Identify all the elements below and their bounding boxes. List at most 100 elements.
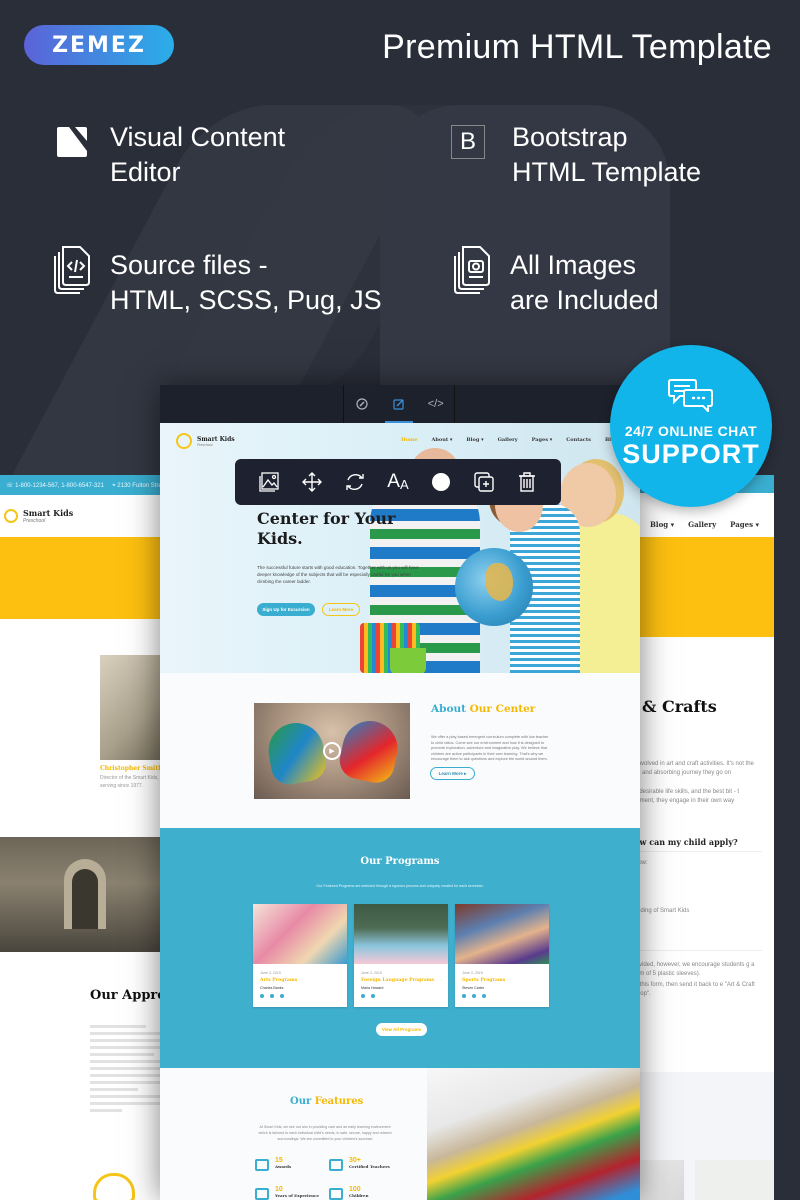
compass-icon bbox=[356, 398, 368, 410]
about-section: ▶ About Our Center We offer a play-based… bbox=[160, 673, 640, 828]
image-icon[interactable] bbox=[254, 467, 284, 497]
briefcase-icon bbox=[329, 1159, 343, 1171]
bootstrap-icon: B bbox=[446, 120, 490, 164]
visual-editor-icon bbox=[50, 120, 94, 164]
feature-text: Bootstrap bbox=[512, 122, 628, 152]
nav-item[interactable]: Blog ▾ bbox=[650, 520, 674, 529]
features-section: Our Features At Smart Kids, we see our a… bbox=[160, 1068, 640, 1200]
replace-icon[interactable] bbox=[340, 467, 370, 497]
body-text: are provided, however, we encourage stud… bbox=[620, 962, 755, 977]
programs-subtitle: Our Featured Programs are selected throu… bbox=[316, 884, 484, 888]
feature-visual-editor: Visual Content Editor bbox=[50, 120, 285, 190]
brain-logo-icon bbox=[4, 509, 18, 523]
site-nav: Home About ▾ Blog ▾ Gallery Pages ▾ Cont… bbox=[401, 437, 628, 443]
brain-logo-icon bbox=[93, 1173, 135, 1200]
nav-home[interactable]: Home bbox=[401, 437, 418, 443]
about-learn-more-button[interactable]: Learn More ▸ bbox=[430, 767, 475, 780]
feature-images: All Images are Included bbox=[450, 246, 659, 318]
gallery-thumbnail bbox=[695, 1160, 774, 1200]
nav-item[interactable]: Gallery bbox=[688, 520, 716, 529]
font-size-icon[interactable]: AA bbox=[383, 467, 413, 497]
preview-mode-tab[interactable] bbox=[344, 385, 381, 423]
approach-text bbox=[90, 1025, 170, 1116]
move-icon[interactable] bbox=[297, 467, 327, 497]
edit-mode-tab[interactable] bbox=[381, 385, 418, 423]
edit-icon bbox=[393, 399, 404, 410]
images-icon bbox=[450, 246, 494, 294]
right-preview-page: Blog ▾ Gallery Pages ▾ ts & Crafts being… bbox=[620, 475, 774, 1200]
left-preview-page: ☏ 1-800-1234-567, 1-800-6547-321 ⌖ 2130 … bbox=[0, 475, 170, 1200]
building-icon bbox=[255, 1188, 269, 1200]
element-toolbar: AA bbox=[235, 459, 561, 505]
body-text: being involved in art and craft activiti… bbox=[620, 761, 754, 776]
stat-children: 100 Children bbox=[329, 1186, 369, 1200]
nav-contacts[interactable]: Contacts bbox=[566, 437, 591, 443]
support-subtitle: 24/7 ONLINE CHAT bbox=[624, 423, 758, 439]
globe bbox=[455, 548, 533, 626]
feature-text: Visual Content bbox=[110, 122, 286, 152]
play-icon[interactable]: ▶ bbox=[323, 742, 341, 760]
zemez-logo[interactable]: ZEMEZ bbox=[24, 25, 174, 65]
stat-years: 10 Years of Experience bbox=[255, 1186, 319, 1200]
approach-heading: Our Approach bbox=[90, 988, 170, 1003]
code-mode-tab[interactable]: </> bbox=[417, 385, 454, 423]
learn-more-button[interactable]: Learn More bbox=[322, 603, 360, 616]
contact-topbar: ☏ 1-800-1234-567, 1-800-6547-321 ⌖ 2130 … bbox=[0, 475, 170, 495]
main-preview: </> Smart Kids Preschool Home About ▾ Blo… bbox=[160, 385, 640, 1200]
program-card[interactable]: June 3, 2019 Arts Programs Charles Banks bbox=[253, 904, 347, 1007]
yellow-banner bbox=[620, 537, 774, 637]
people-icon bbox=[329, 1188, 343, 1200]
site-brand[interactable]: Smart Kids Preschool bbox=[176, 433, 235, 449]
nav-gallery[interactable]: Gallery bbox=[498, 437, 518, 443]
programs-title: Our Programs bbox=[360, 856, 440, 867]
program-meta-icons bbox=[462, 994, 549, 998]
about-title: About Our Center bbox=[431, 703, 536, 715]
about-text: We offer a play-based emergent curriculu… bbox=[431, 735, 549, 761]
feature-source-files: Source files - HTML, SCSS, Pug, JS bbox=[50, 246, 382, 318]
page-title: Premium HTML Template bbox=[382, 28, 772, 66]
program-meta-icons bbox=[260, 994, 347, 998]
chat-icon bbox=[668, 378, 714, 417]
graduation-cap-icon bbox=[255, 1159, 269, 1171]
yellow-banner bbox=[0, 537, 170, 619]
feature-text: Editor bbox=[110, 157, 181, 187]
building-photo bbox=[0, 837, 170, 952]
body-text: ta - Building of Smart Kids bbox=[620, 908, 690, 914]
program-image bbox=[354, 904, 448, 964]
support-title: SUPPORT bbox=[622, 439, 760, 469]
program-card[interactable]: June 3, 2019 Sports Programs Steven Cart… bbox=[455, 904, 549, 1007]
body-text: ial and desirable life skills, and the b… bbox=[620, 789, 740, 804]
brain-logo-icon bbox=[176, 433, 192, 449]
nav-about[interactable]: About ▾ bbox=[432, 437, 453, 443]
stat-teachers: 30+ Certified Teachers bbox=[329, 1157, 390, 1171]
person-name: Christopher Smith bbox=[100, 765, 163, 772]
features-title: Our Features bbox=[290, 1096, 364, 1107]
nav-item[interactable]: Pages ▾ bbox=[730, 520, 759, 529]
color-icon[interactable] bbox=[426, 467, 456, 497]
feature-text: HTML, SCSS, Pug, JS bbox=[110, 285, 382, 315]
source-files-icon bbox=[50, 246, 94, 294]
delete-icon[interactable] bbox=[512, 467, 542, 497]
body-text: mplete this form, then send it back to e… bbox=[620, 982, 755, 997]
feature-text: All Images bbox=[510, 250, 637, 280]
program-card[interactable]: June 3, 2019 Foreign Language Programs M… bbox=[354, 904, 448, 1007]
duplicate-icon[interactable] bbox=[469, 467, 499, 497]
signup-button[interactable]: Sign Up for Excursion bbox=[257, 603, 315, 616]
nav-pages[interactable]: Pages ▾ bbox=[532, 437, 553, 443]
feature-bootstrap: B Bootstrap HTML Template bbox=[446, 120, 701, 190]
code-icon: </> bbox=[427, 398, 444, 410]
programs-section: Our Programs Our Featured Programs are s… bbox=[160, 828, 640, 1068]
program-meta-icons bbox=[361, 994, 448, 998]
features-image bbox=[427, 1068, 640, 1200]
feature-text: Source files - bbox=[110, 250, 268, 280]
hero-text: The successful future starts with good e… bbox=[257, 565, 419, 584]
about-video[interactable]: ▶ bbox=[254, 703, 410, 799]
online-chat-support-badge[interactable]: 24/7 ONLINE CHAT SUPPORT bbox=[610, 345, 772, 507]
feature-text: are Included bbox=[510, 285, 659, 315]
hero-title: Center for Your Kids. bbox=[257, 509, 396, 548]
features-text: At Smart Kids, we see our aim in providi… bbox=[258, 1125, 392, 1141]
editor-mode-bar: </> bbox=[160, 385, 640, 423]
nav-blog[interactable]: Blog ▾ bbox=[466, 437, 483, 443]
view-all-programs-button[interactable]: View All Programs bbox=[376, 1023, 427, 1036]
feature-text: HTML Template bbox=[512, 157, 702, 187]
